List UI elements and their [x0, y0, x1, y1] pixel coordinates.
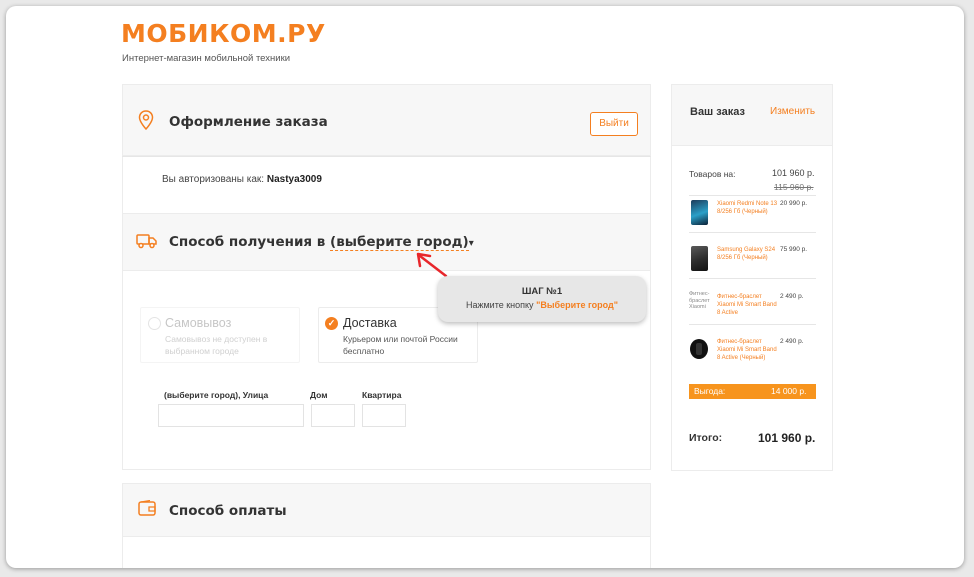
house-input[interactable]	[311, 404, 355, 427]
courier-title: Доставка	[343, 316, 397, 330]
page-frame: МОБИКОМ.РУ Интернет-магазин мобильной те…	[6, 6, 964, 568]
total-value: 101 960 р.	[758, 431, 816, 445]
apartment-input[interactable]	[362, 404, 406, 427]
delivery-title-prefix: Способ получения в	[169, 234, 326, 250]
checkout-title: Оформление заказа	[169, 114, 328, 130]
benefit-label: Выгода:	[694, 386, 726, 396]
auth-prefix: Вы авторизованы как:	[162, 174, 265, 185]
product-image[interactable]	[689, 338, 709, 360]
auth-row-bg	[122, 157, 651, 213]
pickup-option[interactable]: Самовывоз Самовывоз не доступен в выбран…	[140, 307, 300, 363]
street-input[interactable]	[158, 404, 304, 427]
street-label: (выберите город), Улица	[164, 390, 269, 400]
divider	[689, 324, 816, 325]
goods-label: Товаров на:	[689, 169, 736, 179]
payment-body	[122, 537, 651, 568]
goods-old-total: 115 960 р.	[774, 182, 814, 192]
divider	[689, 278, 816, 279]
broken-image-alt: Фитнес-браслет Xiaomi	[689, 291, 710, 310]
product-name[interactable]: Фитнес-браслет Xiaomi Mi Smart Band 8 Ac…	[717, 293, 779, 317]
divider	[689, 195, 816, 196]
edit-order-link[interactable]: Изменить	[770, 106, 815, 117]
tooltip-button-ref: "Выберите город"	[536, 300, 619, 310]
choose-city-link[interactable]: (выберите город)	[330, 234, 469, 251]
courier-desc: Курьером или почтой России бесплатно	[343, 334, 458, 356]
logout-button[interactable]: Выйти	[590, 112, 638, 136]
auth-info: Вы авторизованы как: Nastya3009	[162, 174, 322, 185]
product-image[interactable]	[691, 200, 708, 225]
benefit-value: 14 000 р.	[771, 386, 807, 396]
broken-product-image[interactable]: Фитнес-браслет Xiaomi	[689, 291, 715, 321]
dropdown-arrow-icon[interactable]: ▾	[469, 238, 474, 249]
delivery-truck-icon	[136, 233, 158, 254]
auth-username: Nastya3009	[266, 174, 322, 185]
product-price: 2 490 р.	[780, 338, 804, 345]
divider	[689, 232, 816, 233]
site-logo[interactable]: МОБИКОМ.РУ	[121, 19, 326, 48]
courier-check-icon[interactable]: ✓	[325, 317, 338, 330]
delivery-title: Способ получения в (выберите город)▾	[169, 234, 474, 251]
location-pin-icon	[138, 110, 154, 135]
product-price: 2 490 р.	[780, 293, 804, 300]
house-label: Дом	[310, 390, 328, 400]
tooltip-step: ШАГ №1	[521, 286, 563, 297]
apartment-label: Квартира	[362, 390, 402, 400]
payment-title: Способ оплаты	[169, 503, 287, 519]
total-label: Итого:	[689, 432, 723, 444]
product-name[interactable]: Фитнес-браслет Xiaomi Mi Smart Band 8 Ac…	[717, 338, 779, 362]
product-price: 75 990 р.	[780, 246, 808, 253]
pickup-desc: Самовывоз не доступен в выбранном городе	[165, 334, 268, 356]
product-price: 20 990 р.	[780, 200, 808, 207]
tooltip-text: Нажмите кнопку "Выберите город"	[438, 300, 646, 310]
goods-total: 101 960 р.	[772, 168, 815, 178]
pickup-radio[interactable]	[148, 317, 161, 330]
step-tooltip: ШАГ №1 Нажмите кнопку "Выберите город"	[438, 276, 646, 322]
product-image[interactable]	[691, 246, 708, 271]
product-name[interactable]: Xiaomi Redmi Note 13 8/256 Гб (Черный)	[717, 200, 779, 216]
site-tagline: Интернет-магазин мобильной техники	[122, 53, 291, 64]
benefit-bar: Выгода: 14 000 р.	[689, 384, 816, 399]
pickup-title: Самовывоз	[165, 316, 232, 330]
wallet-icon	[138, 499, 156, 521]
sidebar-title: Ваш заказ	[690, 106, 745, 118]
product-name[interactable]: Samsung Galaxy S24 8/256 Гб (Черный)	[717, 246, 779, 262]
tooltip-text-prefix: Нажмите кнопку	[465, 300, 534, 310]
